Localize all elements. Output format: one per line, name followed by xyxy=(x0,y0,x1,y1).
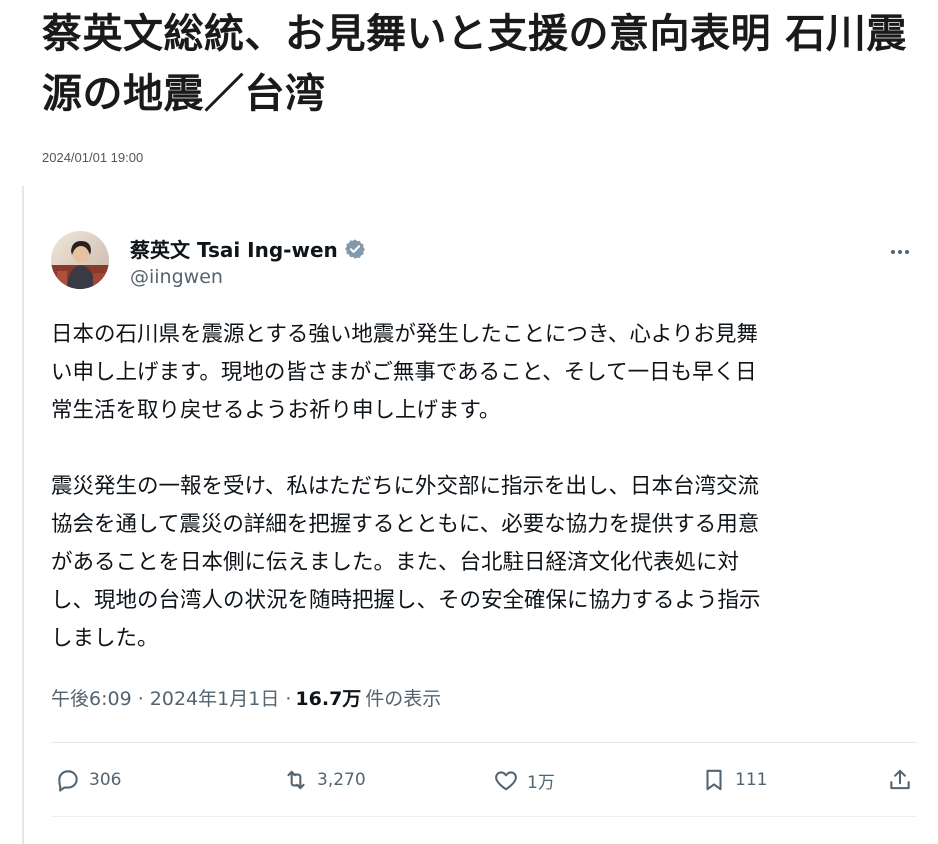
divider xyxy=(51,742,917,743)
tweet-timestamp[interactable]: 午後6:09 · 2024年1月1日 · xyxy=(51,684,291,711)
bookmark-count: 111 xyxy=(735,770,768,790)
share-button[interactable] xyxy=(887,760,913,800)
divider xyxy=(51,816,917,817)
verified-badge-icon xyxy=(344,238,365,259)
bookmark-icon xyxy=(706,769,722,791)
avatar-image xyxy=(51,231,109,289)
heart-icon xyxy=(495,771,517,791)
reply-button[interactable]: 306 xyxy=(55,760,121,800)
share-icon xyxy=(890,769,910,790)
bookmark-button[interactable]: 111 xyxy=(701,760,767,800)
like-count: 1万 xyxy=(527,772,555,793)
retweet-count: 3,270 xyxy=(317,770,366,790)
retweet-icon xyxy=(287,770,305,790)
author-name[interactable]: 蔡英文 Tsai Ing-wen xyxy=(130,234,366,263)
embedded-tweet[interactable]: 蔡英文 Tsai Ing-wen @iingwen 日本の石川県を震源とする強い… xyxy=(22,186,924,844)
article-date: 2024/01/01 19:00 xyxy=(42,150,144,165)
reply-count: 306 xyxy=(89,770,122,790)
tweet-meta: 午後6:09 · 2024年1月1日 · 16.7万 件の表示 xyxy=(51,684,441,711)
author-handle[interactable]: @iingwen xyxy=(130,266,223,288)
more-dots-icon[interactable] xyxy=(888,240,912,264)
reply-icon xyxy=(58,770,78,792)
views-count: 16.7万 xyxy=(295,688,362,710)
avatar[interactable] xyxy=(51,231,109,289)
tweet-actions: 306 3,270 1万 111 xyxy=(51,760,917,800)
author-name-text: 蔡英文 Tsai Ing-wen xyxy=(130,238,338,262)
like-button[interactable]: 1万 xyxy=(493,760,555,800)
tweet-text: 日本の石川県を震源とする強い地震が発生したことにつき、心よりお見舞 い申し上げま… xyxy=(51,316,921,658)
tweet-paragraph: 日本の石川県を震源とする強い地震が発生したことにつき、心よりお見舞 い申し上げま… xyxy=(51,322,758,423)
views-label: 件の表示 xyxy=(365,688,442,710)
tweet-paragraph: 震災発生の一報を受け、私はただちに外交部に指示を出し、日本台湾交流 協会を通して… xyxy=(51,474,761,651)
retweet-button[interactable]: 3,270 xyxy=(283,760,366,800)
article-title: 蔡英文総統、お見舞いと支援の意向表明 石川震源の地震／台湾 xyxy=(42,11,907,117)
